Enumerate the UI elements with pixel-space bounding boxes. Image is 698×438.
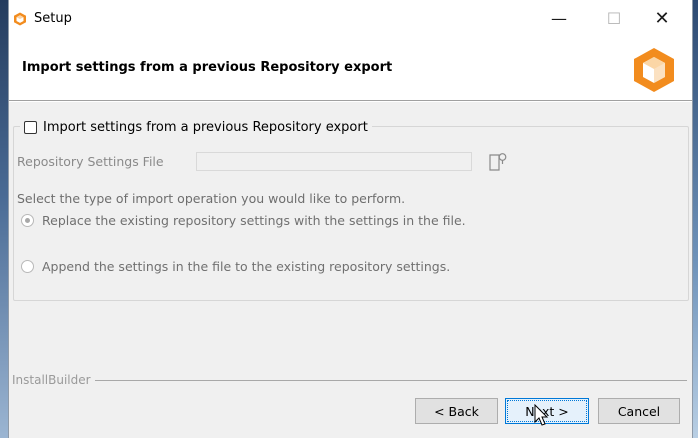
app-cube-icon — [14, 12, 26, 26]
import-checkbox-row[interactable]: Import settings from a previous Reposito… — [20, 117, 372, 137]
page-header: Import settings from a previous Reposito… — [9, 38, 692, 100]
import-checkbox[interactable] — [24, 120, 37, 134]
minimize-button[interactable]: — — [544, 8, 574, 30]
title-bar[interactable]: Setup — ☐ ✕ — [9, 0, 692, 38]
maximize-button[interactable]: ☐ — [599, 8, 629, 30]
setup-window: Setup — ☐ ✕ Import settings from a previ… — [9, 0, 692, 438]
header-divider-highlight — [9, 101, 692, 102]
append-radio-label[interactable]: Append the settings in the file to the e… — [42, 259, 450, 274]
browse-file-icon[interactable] — [487, 151, 509, 173]
close-button[interactable]: ✕ — [647, 8, 677, 30]
append-radio[interactable] — [21, 260, 34, 273]
next-button-label[interactable]: Next > — [525, 404, 569, 419]
append-option[interactable]: Append the settings in the file to the e… — [21, 259, 450, 274]
footer-divider — [95, 380, 687, 381]
page-title: Import settings from a previous Reposito… — [22, 60, 393, 75]
replace-radio-label[interactable]: Replace the existing repository settings… — [42, 213, 466, 228]
settings-file-label: Repository Settings File — [17, 154, 164, 169]
installbuilder-logo-icon — [634, 48, 674, 92]
settings-file-input[interactable] — [196, 152, 472, 171]
desktop-background-right — [692, 0, 698, 438]
replace-radio[interactable] — [21, 214, 34, 227]
cancel-button[interactable]: Cancel — [598, 398, 680, 424]
back-button[interactable]: < Back — [415, 398, 498, 424]
import-checkbox-label[interactable]: Import settings from a previous Reposito… — [43, 120, 368, 135]
desktop-background-left — [0, 0, 9, 438]
import-instruction: Select the type of import operation you … — [17, 191, 406, 206]
window-title: Setup — [34, 11, 72, 26]
next-button[interactable]: Next > — [505, 398, 589, 424]
installbuilder-brand: InstallBuilder — [12, 373, 91, 387]
replace-option[interactable]: Replace the existing repository settings… — [21, 213, 466, 228]
